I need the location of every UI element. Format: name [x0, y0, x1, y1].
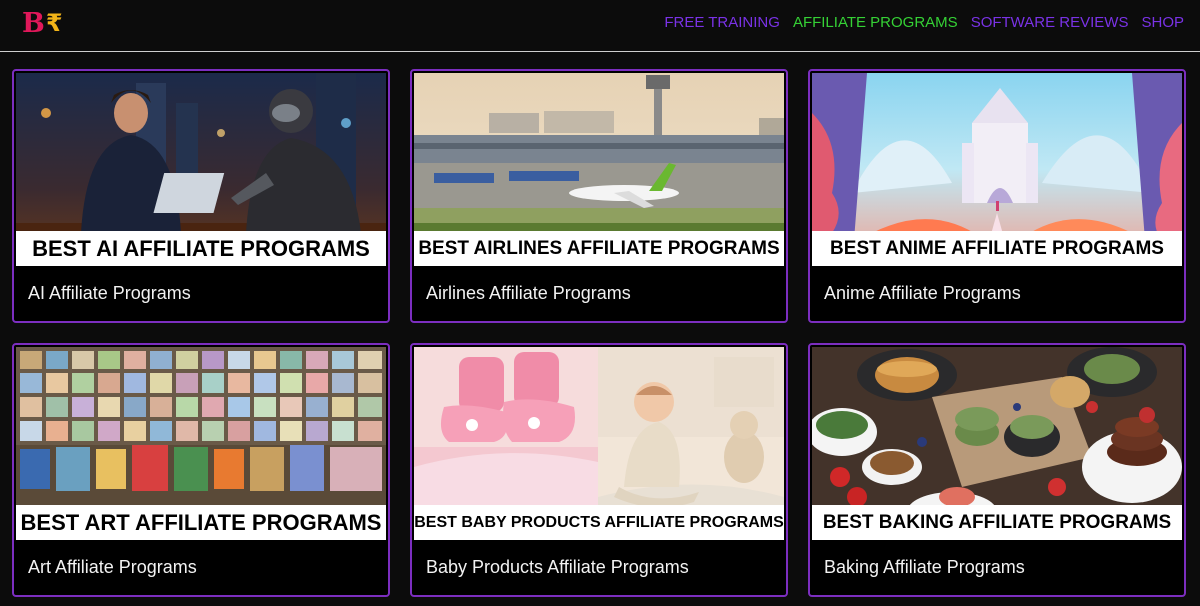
- card-banner: BEST BAKING AFFILIATE PROGRAMS: [812, 505, 1182, 540]
- card-title[interactable]: Baking Affiliate Programs: [824, 557, 1025, 578]
- card-title[interactable]: Airlines Affiliate Programs: [426, 283, 631, 304]
- program-card-baby-products[interactable]: BEST BABY PRODUCTS AFFILIATE PROGRAMS Ba…: [410, 343, 788, 597]
- card-title[interactable]: Baby Products Affiliate Programs: [426, 557, 689, 578]
- card-title[interactable]: Anime Affiliate Programs: [824, 283, 1021, 304]
- site-header: B ₹ FREE TRAINING AFFILIATE PROGRAMS SOFT…: [0, 0, 1200, 52]
- site-logo[interactable]: B ₹: [22, 6, 63, 40]
- card-banner: BEST AI AFFILIATE PROGRAMS: [16, 231, 386, 266]
- nav-software-reviews[interactable]: SOFTWARE REVIEWS: [971, 14, 1129, 31]
- nav-shop[interactable]: SHOP: [1141, 14, 1184, 31]
- card-banner: BEST ANIME AFFILIATE PROGRAMS: [812, 231, 1182, 266]
- nav-free-training[interactable]: FREE TRAINING: [664, 14, 780, 31]
- card-title[interactable]: Art Affiliate Programs: [28, 557, 197, 578]
- program-grid: BEST AI AFFILIATE PROGRAMS AI Affiliate …: [12, 69, 1186, 597]
- program-card-ai[interactable]: BEST AI AFFILIATE PROGRAMS AI Affiliate …: [12, 69, 390, 323]
- program-card-baking[interactable]: BEST BAKING AFFILIATE PROGRAMS Baking Af…: [808, 343, 1186, 597]
- main-nav: FREE TRAINING AFFILIATE PROGRAMS SOFTWAR…: [664, 14, 1184, 31]
- card-banner: BEST BABY PRODUCTS AFFILIATE PROGRAMS: [414, 505, 784, 540]
- card-banner: BEST ART AFFILIATE PROGRAMS: [16, 505, 386, 540]
- program-card-art[interactable]: BEST ART AFFILIATE PROGRAMS Art Affiliat…: [12, 343, 390, 597]
- logo-letter: B: [22, 7, 45, 39]
- program-card-airlines[interactable]: BEST AIRLINES AFFILIATE PROGRAMS Airline…: [410, 69, 788, 323]
- card-banner: BEST AIRLINES AFFILIATE PROGRAMS: [414, 231, 784, 266]
- program-card-anime[interactable]: BEST ANIME AFFILIATE PROGRAMS Anime Affi…: [808, 69, 1186, 323]
- logo-rupee-symbol: ₹: [45, 9, 63, 37]
- card-title[interactable]: AI Affiliate Programs: [28, 283, 191, 304]
- nav-affiliate-programs[interactable]: AFFILIATE PROGRAMS: [793, 14, 958, 31]
